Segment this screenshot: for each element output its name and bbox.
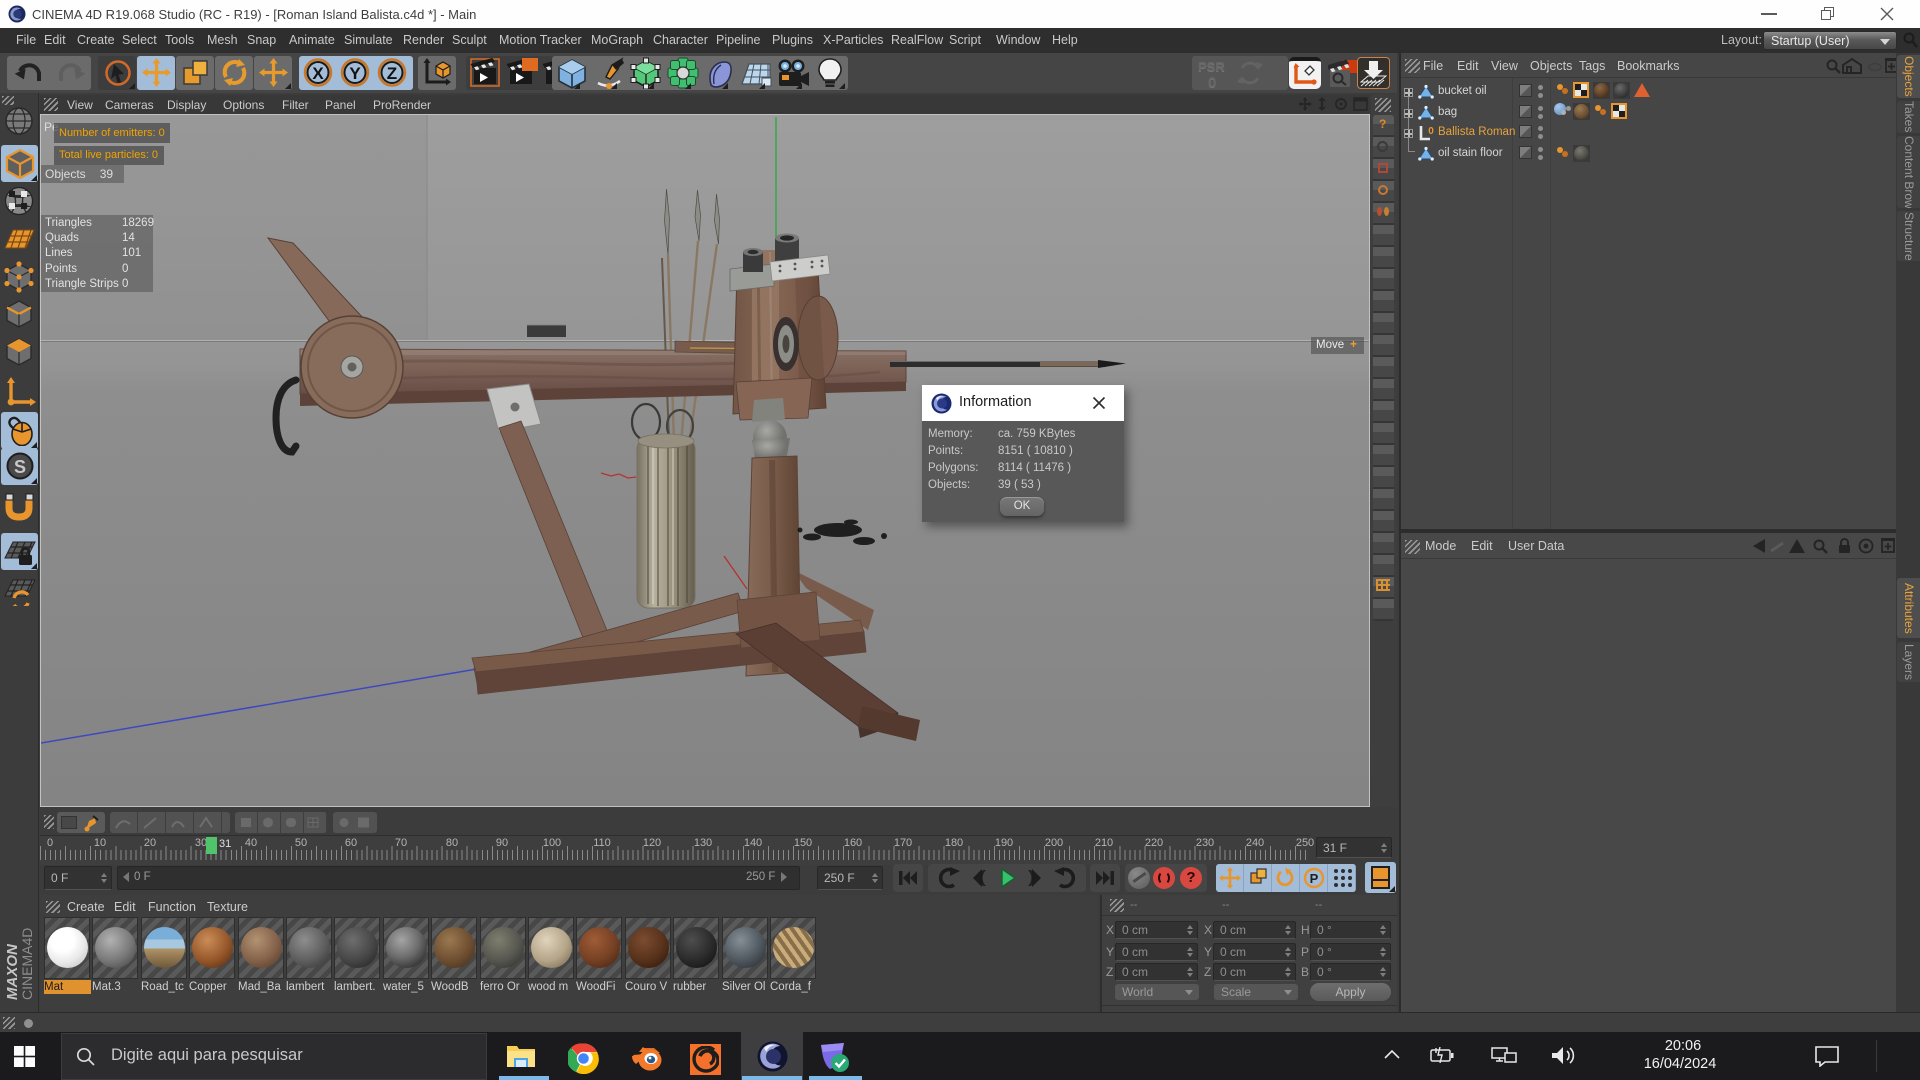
svg-text:S: S: [14, 457, 26, 477]
svg-text:Y: Y: [349, 64, 361, 83]
svg-text:X: X: [312, 64, 324, 83]
svg-text:Z: Z: [387, 64, 397, 83]
svg-text:P: P: [1310, 871, 1319, 886]
svg-text:0: 0: [1428, 126, 1434, 137]
